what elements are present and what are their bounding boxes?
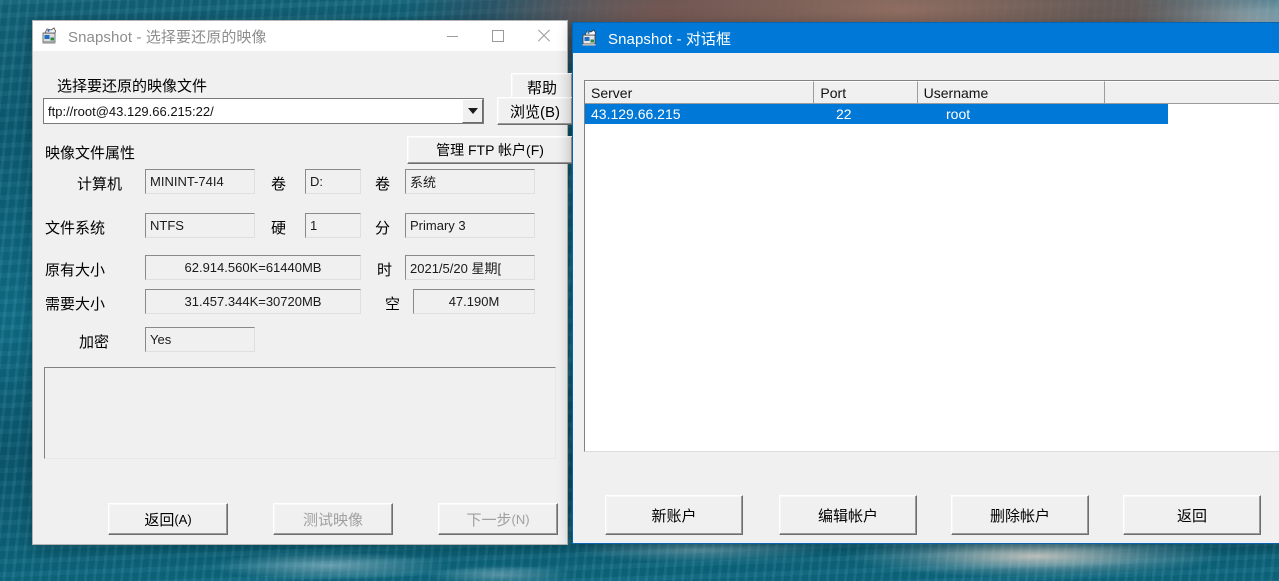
image-path-combo[interactable]: ftp://root@43.129.66.215:22/ <box>43 98 484 124</box>
volume-letter-value: D: <box>305 169 361 194</box>
dialog-back-button[interactable]: 返回 <box>1123 495 1261 535</box>
encryption-label: 加密 <box>79 334 110 351</box>
encryption-value: Yes <box>145 327 255 352</box>
column-header-port[interactable]: Port <box>814 81 918 104</box>
original-size-value: 62.914.560K=61440MB <box>145 255 361 280</box>
required-size-value: 31.457.344K=30720MB <box>145 289 361 314</box>
back-button-label: 返回 <box>144 511 175 529</box>
select-image-file-label: 选择要还原的映像文件 <box>57 78 208 95</box>
volume-name-value: 系统 <box>405 169 535 194</box>
computer-label: 计算机 <box>77 176 123 193</box>
disk-value: 1 <box>305 213 361 238</box>
dialog-window-body: Server Port Username 43.129.66.215 22 ro… <box>573 53 1279 543</box>
restore-window-controls <box>429 21 567 51</box>
next-button[interactable]: 下一步 (N) <box>438 503 558 535</box>
table-row[interactable]: 43.129.66.215 22 root <box>585 104 1168 124</box>
filesystem-value: NTFS <box>145 213 255 238</box>
volume-letter-label: 卷 <box>271 176 287 193</box>
browse-button[interactable]: 浏览(B) <box>497 97 573 125</box>
disk-label: 硬 <box>271 220 287 237</box>
delete-account-button[interactable]: 删除帐户 <box>951 495 1089 535</box>
required-size-label: 需要大小 <box>45 296 106 313</box>
snapshot-app-icon <box>42 27 60 45</box>
original-size-label: 原有大小 <box>45 262 106 279</box>
row-server: 43.129.66.215 <box>591 106 681 122</box>
partition-value: Primary 3 <box>405 213 535 238</box>
restore-image-window[interactable]: Snapshot - 选择要还原的映像 帮助 选择要还原的映像文件 ftp://… <box>32 20 573 545</box>
image-path-value: ftp://root@43.129.66.215:22/ <box>48 103 214 119</box>
log-panel-text <box>45 368 555 376</box>
restore-window-title: Snapshot - 选择要还原的映像 <box>68 28 267 46</box>
row-port: 22 <box>836 106 852 122</box>
next-button-mnemonic: (N) <box>511 511 530 527</box>
back-button-mnemonic: (A) <box>174 511 192 527</box>
test-image-button[interactable]: 测试映像 <box>273 503 393 535</box>
partition-label: 分 <box>375 220 391 237</box>
listview-header: Server Port Username <box>585 81 1279 104</box>
test-image-button-label: 测试映像 <box>302 511 363 529</box>
column-header-username[interactable]: Username <box>917 81 1105 104</box>
chevron-down-icon[interactable] <box>462 99 483 123</box>
edit-account-button[interactable]: 编辑帐户 <box>779 495 917 535</box>
dialog-window-title: Snapshot - 对话框 <box>608 30 732 48</box>
time-label: 时 <box>377 262 393 279</box>
back-button[interactable]: 返回 (A) <box>108 503 228 535</box>
column-header-server[interactable]: Server <box>585 81 815 104</box>
restore-window-body: 帮助 选择要还原的映像文件 ftp://root@43.129.66.215:2… <box>33 51 573 544</box>
ftp-accounts-dialog-window[interactable]: Snapshot - 对话框 Server Port Username 43.1… <box>572 22 1279 544</box>
browse-button-label: 浏览(B) <box>510 103 560 121</box>
filesystem-label: 文件系统 <box>45 220 106 237</box>
restore-window-titlebar[interactable]: Snapshot - 选择要还原的映像 <box>33 21 567 51</box>
column-header-extra[interactable] <box>1105 81 1279 104</box>
dialog-window-titlebar[interactable]: Snapshot - 对话框 <box>573 23 1279 53</box>
computer-value: MININT-74I4 <box>145 169 255 194</box>
snapshot-app-icon <box>582 29 600 47</box>
minimize-icon[interactable] <box>429 21 475 51</box>
row-username: root <box>946 106 971 122</box>
volume-name-label: 卷 <box>375 176 391 193</box>
new-account-button[interactable]: 新账户 <box>605 495 743 535</box>
free-space-value: 47.190M <box>413 289 535 314</box>
close-icon[interactable] <box>521 21 567 51</box>
next-button-label: 下一步 <box>466 511 512 529</box>
image-properties-label: 映像文件属性 <box>45 145 136 162</box>
log-panel <box>44 367 556 459</box>
maximize-icon[interactable] <box>475 21 521 51</box>
free-space-label: 空 <box>385 296 401 313</box>
manage-ftp-accounts-label: 管理 FTP 帐户(F) <box>436 142 544 158</box>
manage-ftp-accounts-button[interactable]: 管理 FTP 帐户(F) <box>407 136 573 164</box>
time-value: 2021/5/20 星期[ <box>405 255 535 280</box>
ftp-accounts-listview[interactable]: Server Port Username 43.129.66.215 22 ro… <box>584 80 1279 452</box>
